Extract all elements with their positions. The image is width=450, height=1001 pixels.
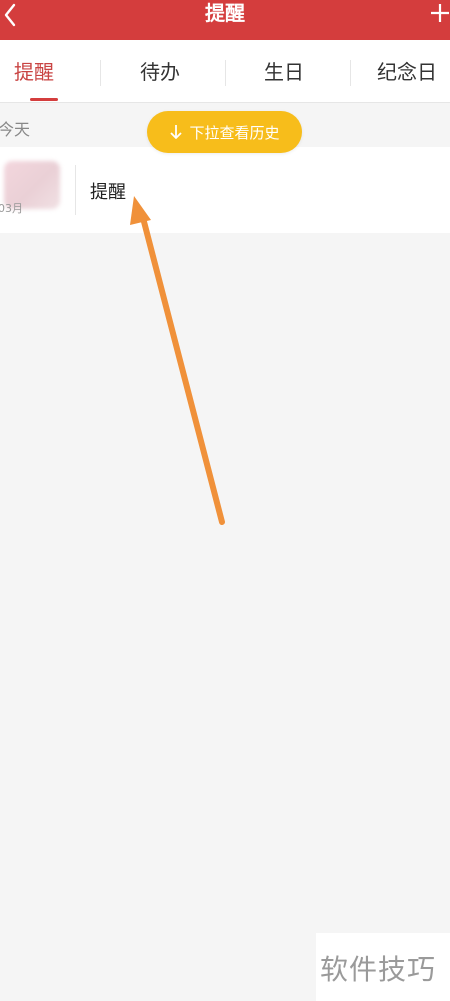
tab-reminder[interactable]: 提醒 xyxy=(14,40,54,102)
plus-icon xyxy=(431,4,449,22)
tab-divider xyxy=(225,60,226,86)
tab-divider xyxy=(350,60,351,86)
add-button[interactable] xyxy=(428,0,450,26)
pull-down-history-button[interactable]: 下拉查看历史 xyxy=(147,111,302,153)
tab-todo[interactable]: 待办 xyxy=(140,40,180,102)
section-label-today: 今天 xyxy=(0,120,31,139)
watermark-text: 软件技巧 xyxy=(320,953,437,986)
tab-birthday[interactable]: 生日 xyxy=(264,40,304,102)
tab-anniversary[interactable]: 纪念日 xyxy=(377,40,437,102)
tab-divider xyxy=(100,60,101,86)
page-title: 提醒 xyxy=(205,1,245,25)
item-date: 03月 xyxy=(0,202,23,215)
list-item[interactable] xyxy=(0,147,450,233)
arrow-down-icon xyxy=(169,124,183,140)
active-tab-indicator xyxy=(30,98,58,101)
item-title: 提醒 xyxy=(90,182,126,203)
top-nav-bar: 提醒 xyxy=(0,0,450,40)
item-divider xyxy=(75,165,76,215)
pull-down-label: 下拉查看历史 xyxy=(189,123,280,142)
